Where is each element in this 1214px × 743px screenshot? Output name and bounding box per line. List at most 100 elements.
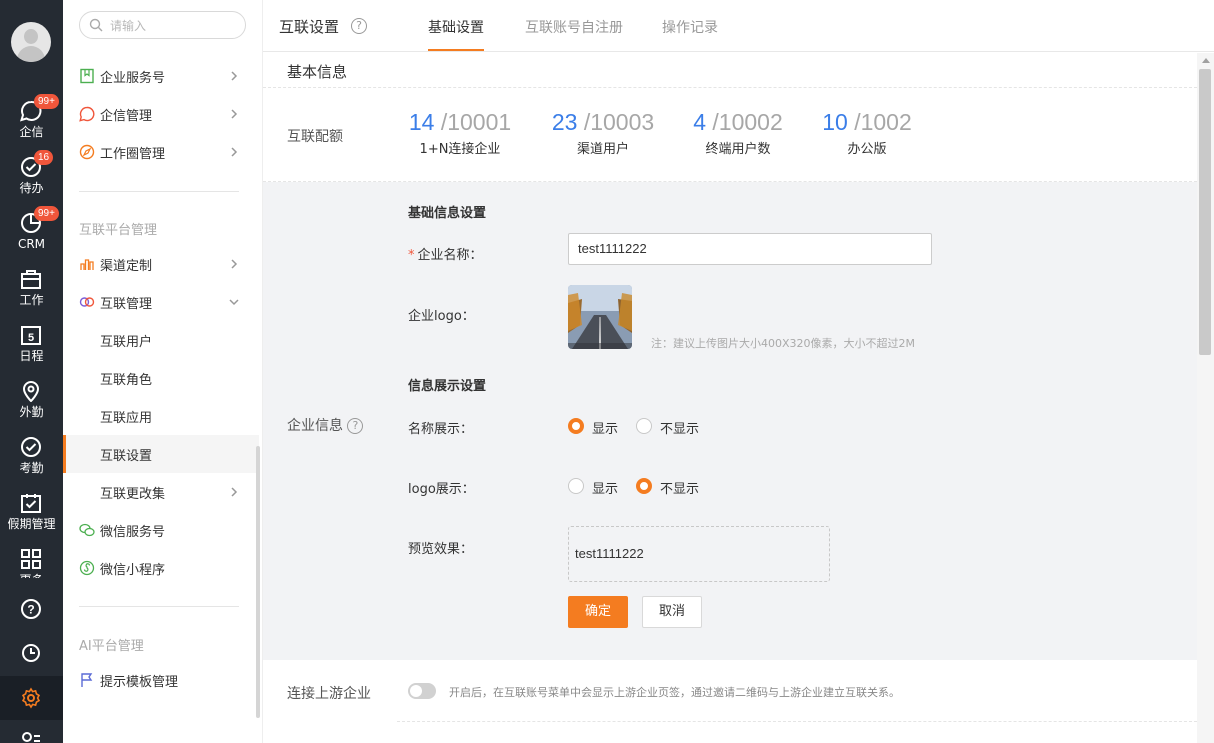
help-icon[interactable]: ? <box>347 418 364 434</box>
nav-item-label: 工作圈管理 <box>100 147 166 162</box>
chevron-right-icon <box>231 71 238 81</box>
tab-operation-log[interactable]: 操作记录 <box>662 17 718 37</box>
rail-label: 企信 <box>19 125 44 139</box>
nav-item-workcircle[interactable]: 工作圈管理 <box>63 133 259 171</box>
logo-display-show-radio[interactable] <box>568 478 584 494</box>
confirm-button[interactable]: 确定 <box>568 596 628 628</box>
miniprogram-icon <box>79 560 95 576</box>
chevron-right-icon <box>231 109 238 119</box>
preview-value: test1111222 <box>575 546 644 561</box>
rail-badge: 99+ <box>34 206 59 221</box>
rail-history-button[interactable] <box>0 642 63 672</box>
calendar-icon: 5 <box>21 326 41 345</box>
quota-name: 终端用户数 <box>705 142 771 157</box>
calendar-check-icon <box>21 494 41 513</box>
rail-item-schedule[interactable]: 5 日程 <box>0 318 63 374</box>
nav-item-interconnect-roles[interactable]: 互联角色 <box>63 359 259 397</box>
nav-item-service-account[interactable]: 企业服务号 <box>63 57 259 95</box>
required-mark: * <box>408 248 415 263</box>
nav-item-label: 互联应用 <box>100 411 153 426</box>
wechat-icon <box>79 523 95 537</box>
clock-icon <box>22 644 40 662</box>
active-tab-indicator <box>428 49 484 51</box>
preview-label: 预览效果： <box>408 542 474 557</box>
section-title: 基本信息 <box>287 63 348 81</box>
company-info-label: 企业信息 ? <box>287 415 364 435</box>
nav-item-label: 互联更改集 <box>100 487 166 502</box>
name-display-show-radio[interactable] <box>568 418 584 434</box>
chevron-right-icon <box>231 147 238 157</box>
nav-item-qixin-manage[interactable]: 企信管理 <box>63 95 259 133</box>
scroll-up-arrow-icon[interactable] <box>1202 58 1210 63</box>
nav-section-title: AI平台管理 <box>79 639 144 654</box>
help-icon[interactable]: ? <box>351 18 367 34</box>
bar-chart-icon <box>80 259 94 270</box>
tab-basic-settings[interactable]: 基础设置 <box>428 17 484 37</box>
page-header: 互联设置 ? 基础设置 互联账号自注册 操作记录 <box>263 0 1214 52</box>
rail-item-todo[interactable]: 16 待办 <box>0 150 63 206</box>
rail-label: 日程 <box>19 349 44 363</box>
company-name-label-text: 企业名称： <box>417 248 483 263</box>
cancel-button[interactable]: 取消 <box>642 596 702 628</box>
rail-profile-button[interactable] <box>0 728 63 743</box>
main-scrollbar[interactable] <box>1197 53 1214 743</box>
company-logo-image[interactable] <box>568 285 632 349</box>
rail-item-field[interactable]: 外勤 <box>0 374 63 430</box>
rail-label: CRM <box>17 237 46 251</box>
quota-office-edition: 10 /1002 办公版 <box>820 109 914 157</box>
radio-label: 显示 <box>592 422 619 437</box>
nav-item-prompt-templates[interactable]: 提示模板管理 <box>63 661 259 699</box>
nav-item-label: 互联设置 <box>100 449 153 464</box>
subnav-scrollbar[interactable] <box>256 446 260 718</box>
company-name-label: * 企业名称： <box>408 244 483 263</box>
upstream-label: 连接上游企业 <box>287 686 371 702</box>
rail-settings-button[interactable] <box>0 676 63 720</box>
nav-item-wechat-service[interactable]: 微信服务号 <box>63 511 259 549</box>
avatar[interactable] <box>11 22 51 62</box>
logo-label: 企业logo： <box>408 309 475 324</box>
rail-help-button[interactable]: ? <box>0 598 63 628</box>
nav-item-interconnect-changeset[interactable]: 互联更改集 <box>63 473 259 511</box>
search-input[interactable]: 请输入 <box>79 11 246 39</box>
name-display-hide-radio[interactable] <box>636 418 652 434</box>
scroll-thumb[interactable] <box>1199 69 1211 355</box>
logo-display-hide-radio[interactable] <box>636 478 652 494</box>
rail-item-crm[interactable]: 99+ CRM <box>0 206 63 262</box>
nav-item-interconnect-manage[interactable]: 互联管理 <box>63 283 259 321</box>
link-rings-icon <box>79 297 95 307</box>
rail-item-attendance[interactable]: 考勤 <box>0 430 63 486</box>
radio-label: 不显示 <box>660 482 700 497</box>
nav-item-wechat-miniprogram[interactable]: 微信小程序 <box>63 549 259 587</box>
tab-self-register[interactable]: 互联账号自注册 <box>525 17 623 37</box>
logo-display-label: logo展示： <box>408 482 475 497</box>
quota-used: 10 <box>822 109 848 135</box>
logo-hint: 注：建议上传图片大小400X320像素，大小不超过2M <box>651 337 916 350</box>
quota-total: /10002 <box>712 109 783 135</box>
rail-item-qixin[interactable]: 99+ 企信 <box>0 94 63 150</box>
nav-item-label: 提示模板管理 <box>100 675 179 690</box>
rail-item-work[interactable]: 工作 <box>0 262 63 318</box>
quota-total: /1002 <box>854 109 912 135</box>
nav-item-label: 企业服务号 <box>100 71 166 86</box>
search-placeholder: 请输入 <box>110 19 147 33</box>
quota-name: 1+N连接企业 <box>419 142 501 157</box>
chevron-down-icon <box>229 299 239 306</box>
divider <box>397 721 1197 722</box>
location-pin-icon <box>22 381 40 402</box>
rail-item-leave[interactable]: 假期管理 <box>0 486 63 542</box>
nav-item-interconnect-settings[interactable]: 互联设置 <box>63 435 259 473</box>
rail-label: 外勤 <box>19 405 44 419</box>
nav-item-channel-custom[interactable]: 渠道定制 <box>63 245 259 283</box>
help-icon: ? <box>21 599 41 619</box>
quota-total: /10001 <box>440 109 512 135</box>
display-settings-title: 信息展示设置 <box>408 379 487 394</box>
rail-label: 更多 <box>0 573 63 578</box>
quota-used: 14 <box>408 109 435 135</box>
upstream-toggle[interactable] <box>408 683 436 699</box>
nav-item-interconnect-apps[interactable]: 互联应用 <box>63 397 259 435</box>
nav-item-interconnect-users[interactable]: 互联用户 <box>63 321 259 359</box>
grid-icon <box>21 549 41 569</box>
rail-item-more[interactable]: 更多 <box>0 542 63 578</box>
nav-divider <box>79 191 239 192</box>
company-name-input[interactable]: test1111222 <box>568 233 932 265</box>
